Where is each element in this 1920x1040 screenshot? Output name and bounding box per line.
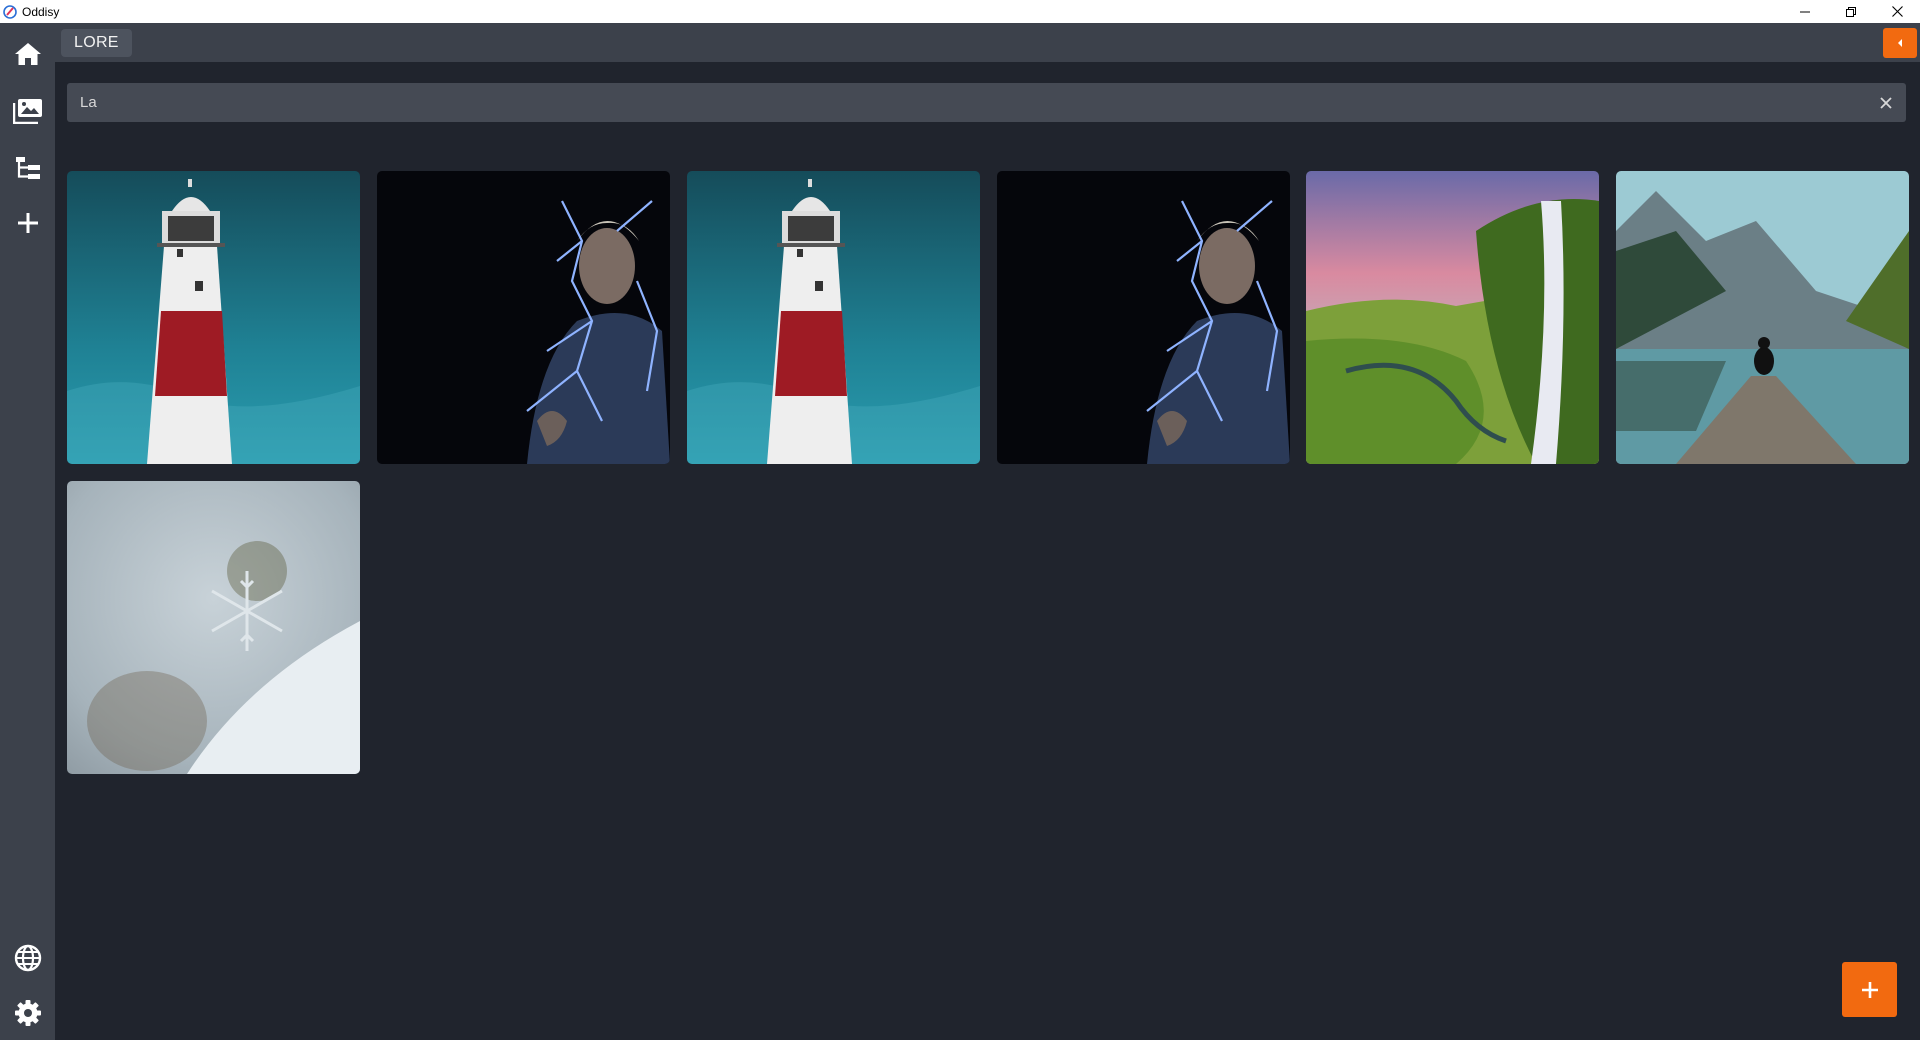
gear-icon [14,1000,41,1026]
close-icon [1880,97,1892,109]
sidebar [0,23,55,1040]
globe-icon [14,944,41,972]
lighthouse-photo [687,171,980,464]
gallery-image-waterfall[interactable] [1306,171,1599,464]
gallery-image-snowflake[interactable] [67,481,360,774]
app-logo-icon [3,4,17,19]
sidebar-item-add[interactable] [0,203,55,243]
plus-icon [1861,981,1878,998]
restore-icon [1846,6,1856,17]
restore-button[interactable] [1828,0,1874,23]
gallery-image-lighthouse[interactable] [687,171,980,464]
tab-lore[interactable]: LORE [61,29,132,57]
lightning-man-photo [997,171,1290,464]
snowflake-photo [67,481,360,774]
plus-icon [17,213,38,233]
search-bar [67,83,1906,122]
lake-pier-photo [1616,171,1909,464]
home-icon [14,43,41,65]
sidebar-item-hierarchy[interactable] [0,148,55,188]
sidebar-item-home[interactable] [0,34,55,74]
collapse-panel-button[interactable] [1883,28,1917,58]
minimize-button[interactable] [1782,0,1828,23]
gallery-image-lightning-man[interactable] [377,171,670,464]
window-title-bar: Oddisy [0,0,1920,23]
gallery-image-lake-pier[interactable] [1616,171,1909,464]
close-icon [1891,6,1903,17]
clear-search-button[interactable] [1872,89,1900,117]
lighthouse-photo [67,171,360,464]
gallery-icon [12,99,42,124]
chevron-left-icon [1898,39,1902,47]
minimize-icon [1800,11,1810,12]
add-image-button[interactable] [1842,962,1897,1017]
gallery-image-lighthouse[interactable] [67,171,360,464]
gallery-image-lightning-man[interactable] [997,171,1290,464]
lightning-man-photo [377,171,670,464]
close-window-button[interactable] [1874,0,1920,23]
sidebar-item-globe[interactable] [0,938,55,978]
top-bar: LORE [55,23,1920,62]
sidebar-item-settings[interactable] [0,993,55,1033]
waterfall-photo [1306,171,1599,464]
window-title: Oddisy [22,4,60,19]
search-input[interactable] [67,83,1847,122]
tab-lore-label: LORE [74,34,119,51]
sidebar-item-gallery[interactable] [0,91,55,131]
hierarchy-icon [15,157,40,179]
